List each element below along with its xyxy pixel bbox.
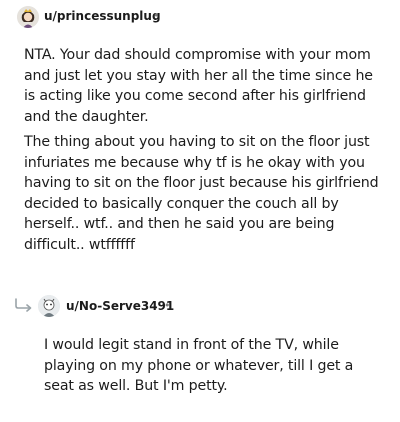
avatar-no-serve-icon [38, 295, 60, 317]
reply-avatar[interactable] [38, 295, 60, 317]
comment-paragraph: NTA. Your dad should compromise with you… [24, 47, 373, 125]
avatar-princess-icon [17, 6, 39, 28]
reply-username[interactable]: u/No-Serve3491 [66, 299, 174, 313]
comment-username[interactable]: u/princessunplug [44, 9, 161, 23]
username-separator: • [153, 9, 160, 22]
avatar[interactable] [17, 6, 39, 28]
reply-paragraph: I would legit stand in front of the TV, … [44, 337, 354, 395]
comment-paragraph: The thing about you having to sit on the… [24, 134, 379, 253]
reply-arrow-icon [15, 298, 32, 312]
username-separator: • [164, 299, 171, 312]
